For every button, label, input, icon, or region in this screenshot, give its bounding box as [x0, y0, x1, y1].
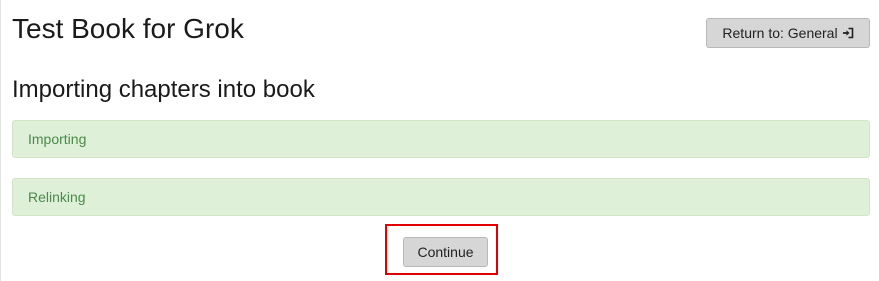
continue-button[interactable]: Continue: [403, 237, 488, 267]
return-button-label: Return to: General: [722, 25, 838, 41]
continue-button-label: Continue: [417, 244, 474, 260]
status-importing-label: Importing: [28, 131, 87, 147]
status-relinking: Relinking: [12, 178, 870, 216]
return-to-general-button[interactable]: Return to: General: [706, 18, 870, 48]
left-divider: [0, 0, 1, 281]
sign-in-icon: [842, 27, 854, 39]
book-title: Test Book for Grok: [12, 13, 244, 44]
page: Test Book for Grok Return to: General Im…: [0, 0, 879, 281]
status-relinking-label: Relinking: [28, 189, 86, 205]
status-importing: Importing: [12, 120, 870, 158]
section-title: Importing chapters into book: [12, 76, 315, 103]
continue-highlight-box: Continue: [385, 224, 498, 275]
